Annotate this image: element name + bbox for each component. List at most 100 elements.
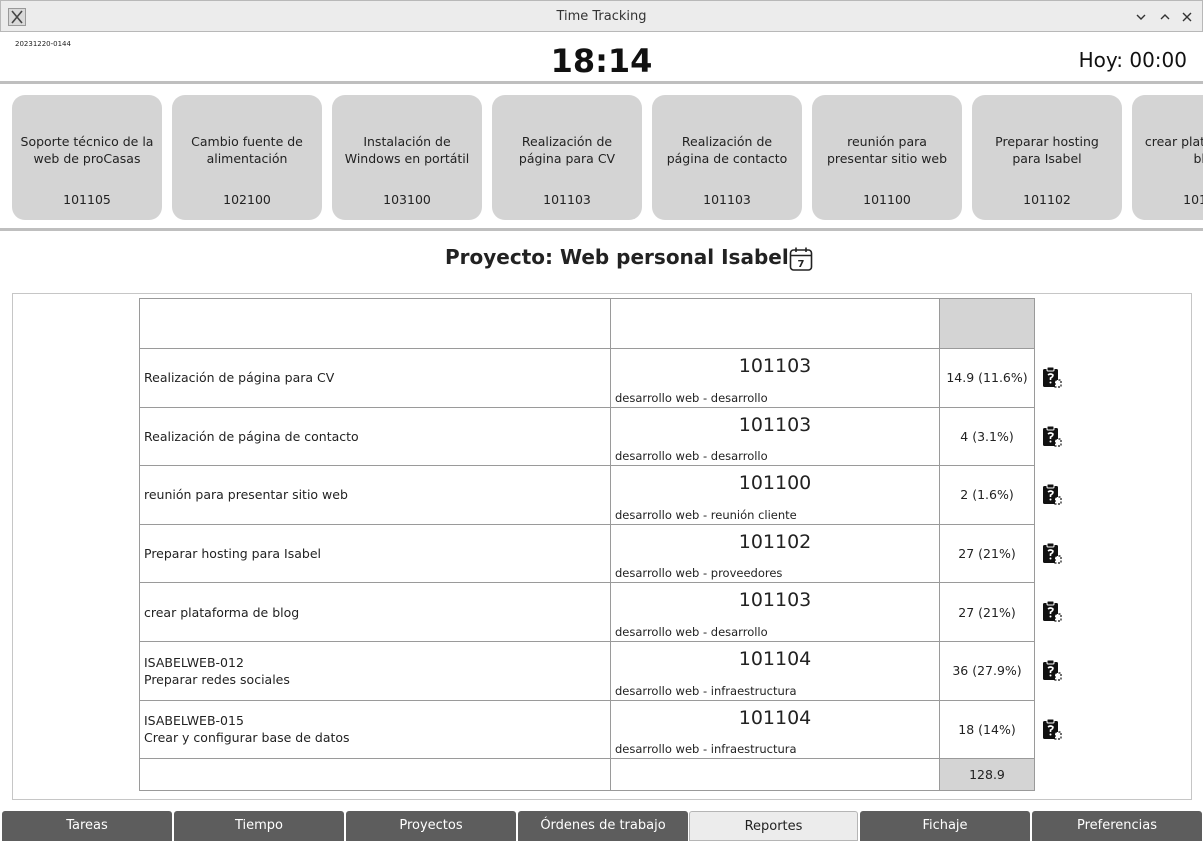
table-header-row [139, 298, 1035, 349]
code-cell: 101104 desarrollo web - infraestructura [610, 699, 940, 760]
task-card[interactable]: crear plataforma de blog 101103 [1132, 95, 1203, 220]
task-card[interactable]: Instalación de Windows en portátil 10310… [332, 95, 482, 220]
task-name: Realización de página para CV [144, 370, 335, 386]
task-category: desarrollo web - desarrollo [615, 449, 768, 464]
clipboard-report-icon[interactable] [1042, 366, 1062, 388]
task-card-code: 101103 [543, 192, 591, 207]
tab-ordenes-de-trabajo[interactable]: Órdenes de trabajo [518, 811, 688, 841]
task-card-title: Cambio fuente de alimentación [191, 134, 303, 166]
maximize-icon[interactable] [1157, 9, 1173, 25]
task-card-title: Preparar hosting para Isabel [995, 134, 1099, 166]
table-row: Realización de página de contacto 101103… [139, 406, 1035, 467]
task-card-code: 101103 [1183, 192, 1203, 207]
tab-fichaje[interactable]: Fichaje [860, 811, 1030, 841]
clipboard-report-icon[interactable] [1042, 600, 1062, 622]
tab-reportes[interactable]: Reportes [689, 811, 858, 841]
task-category: desarrollo web - reunión cliente [615, 507, 797, 522]
header: 20231220-0144 18:14 Hoy: 00:00 [0, 32, 1203, 84]
tab-tiempo[interactable]: Tiempo [174, 811, 344, 841]
report-table: Realización de página para CV 101103 des… [139, 298, 1035, 792]
code-cell: 101102 desarrollo web - proveedores [610, 523, 940, 584]
task-cell: crear plataforma de blog [139, 582, 611, 642]
code-cell: 101103 desarrollo web - desarrollo [610, 348, 940, 408]
task-ref: ISABELWEB-012 [144, 654, 244, 670]
tab-tareas[interactable]: Tareas [2, 811, 172, 841]
task-name: crear plataforma de blog [144, 604, 300, 620]
hours-cell: 4 (3.1%) [939, 406, 1035, 467]
task-category: desarrollo web - proveedores [615, 566, 783, 581]
task-code: 101102 [738, 530, 812, 553]
task-card-code: 101102 [1023, 192, 1071, 207]
task-card[interactable]: Realización de página de contacto 101103 [652, 95, 802, 220]
task-cell: Realización de página de contacto [139, 406, 611, 467]
task-card-title: Instalación de Windows en portátil [344, 134, 470, 166]
code-cell: 101104 desarrollo web - infraestructura [610, 640, 940, 701]
task-name: reunión para presentar sitio web [144, 487, 348, 503]
task-category: desarrollo web - infraestructura [615, 742, 797, 757]
table-row: crear plataforma de blog 101103 desarrol… [139, 582, 1035, 642]
close-icon[interactable] [1179, 9, 1195, 25]
task-category: desarrollo web - desarrollo [615, 390, 768, 405]
task-card[interactable]: Cambio fuente de alimentación 102100 [172, 95, 322, 220]
task-code: 101103 [738, 413, 812, 436]
task-category: desarrollo web - infraestructura [615, 683, 797, 698]
task-name: Preparar redes sociales [144, 671, 290, 687]
table-row: Preparar hosting para Isabel 101102 desa… [139, 523, 1035, 584]
task-card-code: 103100 [383, 192, 431, 207]
clipboard-report-icon[interactable] [1042, 542, 1062, 564]
tab-preferencias[interactable]: Preferencias [1032, 811, 1202, 841]
header-cell-hours [939, 298, 1035, 349]
task-card[interactable]: reunión para presentar sitio web 101100 [812, 95, 962, 220]
table-row: ISABELWEB-015 Crear y configurar base de… [139, 699, 1035, 760]
task-name: Preparar hosting para Isabel [144, 546, 321, 562]
project-title: Proyecto: Web personal Isabel [445, 245, 789, 269]
task-cell: Realización de página para CV [139, 348, 611, 408]
task-card-code: 102100 [223, 192, 271, 207]
code-cell: 101100 desarrollo web - reunión cliente [610, 465, 940, 525]
clipboard-report-icon[interactable] [1042, 425, 1062, 447]
task-card-title: Soporte técnico de la web de proCasas [20, 134, 154, 166]
task-card[interactable]: Realización de página para CV 101103 [492, 95, 642, 220]
table-total-row: 128.9 [139, 758, 1035, 792]
task-code: 101100 [738, 472, 812, 495]
table-row: reunión para presentar sitio web 101100 … [139, 465, 1035, 525]
task-card-title: Realización de página para CV [518, 134, 616, 166]
hours-cell: 14.9 (11.6%) [939, 348, 1035, 408]
task-cell: ISABELWEB-015 Crear y configurar base de… [139, 699, 611, 760]
code-cell: 101103 desarrollo web - desarrollo [610, 406, 940, 467]
code-cell: 101103 desarrollo web - desarrollo [610, 582, 940, 642]
calendar-day: 7 [798, 259, 805, 270]
task-cards-strip: Soporte técnico de la web de proCasas 10… [0, 85, 1203, 231]
task-card-code: 101103 [703, 192, 751, 207]
task-card-title: reunión para presentar sitio web [826, 134, 948, 166]
hours-cell: 18 (14%) [939, 699, 1035, 760]
task-code: 101103 [738, 355, 812, 377]
task-code: 101103 [738, 589, 812, 612]
task-card-code: 101100 [863, 192, 911, 207]
task-code: 101104 [738, 706, 812, 729]
total-label-cell [139, 758, 611, 792]
clipboard-report-icon[interactable] [1042, 483, 1062, 505]
window-title: Time Tracking [556, 9, 647, 24]
header-cell-task [139, 298, 611, 349]
total-code-cell [610, 758, 940, 792]
task-card-title: crear plataforma de blog [1144, 134, 1203, 166]
task-card[interactable]: Preparar hosting para Isabel 101102 [972, 95, 1122, 220]
task-code: 101104 [738, 647, 812, 670]
task-card[interactable]: Soporte técnico de la web de proCasas 10… [12, 95, 162, 220]
hours-cell: 2 (1.6%) [939, 465, 1035, 525]
total-hours: 128.9 [939, 758, 1035, 792]
tab-proyectos[interactable]: Proyectos [346, 811, 516, 841]
task-card-title: Realización de página de contacto [666, 134, 788, 166]
task-ref: ISABELWEB-015 [144, 713, 244, 729]
clipboard-report-icon[interactable] [1042, 659, 1062, 681]
table-row: ISABELWEB-012 Preparar redes sociales 10… [139, 640, 1035, 701]
table-row: Realización de página para CV 101103 des… [139, 348, 1035, 408]
calendar-icon[interactable]: 7 [789, 246, 813, 272]
clipboard-report-icon[interactable] [1042, 718, 1062, 740]
task-name: Realización de página de contacto [144, 428, 359, 444]
minimize-icon[interactable] [1133, 9, 1149, 25]
project-heading: Proyecto: Web personal Isabel 7 [0, 244, 1203, 274]
window-titlebar: Time Tracking [0, 0, 1203, 32]
task-cell: reunión para presentar sitio web [139, 465, 611, 525]
